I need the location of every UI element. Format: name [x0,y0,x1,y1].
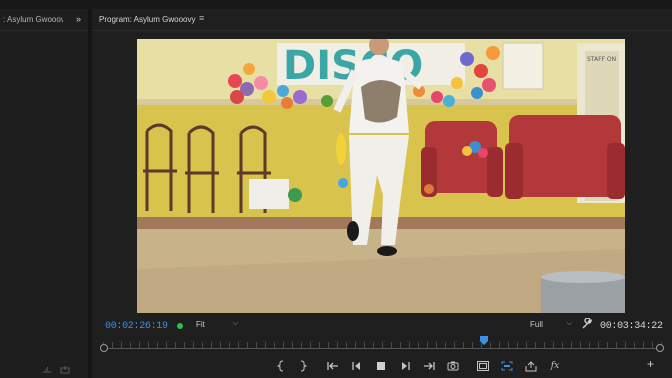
go-to-out-icon[interactable] [422,359,436,373]
zoom-handle-right[interactable] [656,344,664,352]
insert-icon[interactable] [42,365,52,374]
export-frame-icon[interactable] [446,359,460,373]
panel-menu-icon[interactable]: ≡ [199,13,204,23]
program-monitor-header: Program: Asylum Gwooovy ≡ [92,9,672,31]
top-strip [0,0,672,9]
panel-overflow-icon[interactable]: » [76,14,81,24]
wrench-icon[interactable] [581,317,593,330]
add-button-icon[interactable]: + [647,357,654,371]
zoom-value: Fit [196,320,205,329]
chevron-down-icon: ⌵ [566,320,572,327]
ruler-baseline [103,348,663,349]
transport-controls: fx + [92,357,672,375]
video-frame[interactable]: DISCO STAFF ON [137,39,625,313]
stop-icon[interactable] [374,359,388,373]
staff-sign: STAFF ON [587,56,616,63]
step-back-icon[interactable] [350,359,364,373]
monitor-info-bar: 00:02:26:19 Fit ⌵ Full ⌵ 00:03:34:22 [92,314,672,336]
safe-margins-icon[interactable] [476,359,490,373]
mark-out-icon[interactable] [296,359,310,373]
overwrite-icon[interactable] [60,365,70,374]
duration-timecode: 00:03:34:22 [600,321,663,332]
playhead-timecode[interactable]: 00:02:26:19 [105,321,168,332]
source-panel: : Asylum Gwooovy » [0,9,88,378]
playhead-marker[interactable] [479,336,488,345]
program-monitor: Program: Asylum Gwooovy ≡ DISCO STAFF ON… [92,9,672,378]
video-frame-image: DISCO STAFF ON [137,39,625,313]
zoom-handle-left[interactable] [100,344,108,352]
program-monitor-title[interactable]: Program: Asylum Gwooovy [99,15,195,24]
step-forward-icon[interactable] [398,359,412,373]
resolution-select[interactable]: Full ⌵ [530,320,572,332]
source-panel-footer [42,365,70,374]
source-panel-header: : Asylum Gwooovy » [0,9,88,31]
status-dot [177,323,183,329]
fx-icon[interactable]: fx [548,359,562,373]
mark-in-icon[interactable] [274,359,288,373]
chevron-down-icon: ⌵ [232,320,238,327]
comparison-view-icon[interactable] [500,359,514,373]
source-panel-title[interactable]: : Asylum Gwooovy [3,15,63,24]
resolution-value: Full [530,320,543,329]
go-to-in-icon[interactable] [326,359,340,373]
share-icon[interactable] [524,359,538,373]
timeline-ruler[interactable] [100,335,664,353]
zoom-select[interactable]: Fit ⌵ [196,320,238,332]
